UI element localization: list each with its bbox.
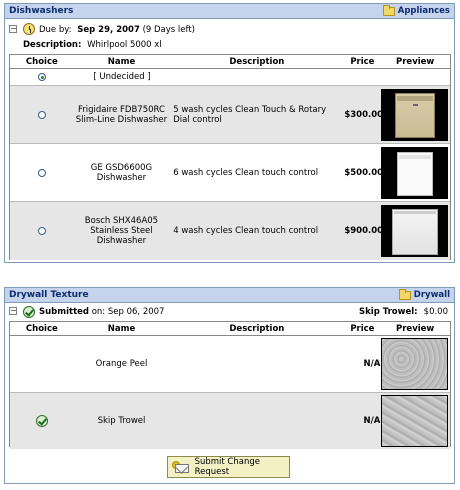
preview-image[interactable] xyxy=(381,338,448,390)
table-header: Choice Name Description Price Preview xyxy=(10,322,450,336)
table-row: Orange Peel N/A xyxy=(10,336,450,393)
dishwashers-table: Choice Name Description Price Preview [ … xyxy=(9,54,451,260)
choice-radio-undecided[interactable] xyxy=(38,73,46,81)
column-choice: Choice xyxy=(25,323,58,334)
column-choice: Choice xyxy=(25,56,58,67)
table-row-undecided[interactable]: [ Undecided ] xyxy=(10,69,450,86)
table-header: Choice Name Description Price Preview xyxy=(10,55,450,69)
item-description: 4 wash cycles Clean touch control xyxy=(173,226,319,236)
preview-image[interactable] xyxy=(381,88,448,141)
preview-image[interactable] xyxy=(381,395,448,447)
appliances-category-link[interactable]: Appliances xyxy=(382,5,450,16)
submitted-label: Submitted xyxy=(39,307,90,317)
choice-radio[interactable] xyxy=(37,227,46,235)
folder-icon xyxy=(398,289,411,300)
folder-icon xyxy=(382,5,395,16)
item-name: GE GSD6600G Dishwasher xyxy=(90,162,153,183)
appliances-category-label: Appliances xyxy=(397,6,450,16)
item-name: Orange Peel xyxy=(95,359,148,369)
due-label: Due by: xyxy=(39,25,72,35)
item-name: Skip Trowel xyxy=(97,416,146,426)
undecided-label: [ Undecided ] xyxy=(93,72,151,82)
selected-option-price: $0.00 xyxy=(423,307,448,317)
column-description: Description xyxy=(229,56,285,67)
chosen-check-icon xyxy=(35,415,48,427)
column-preview: Preview xyxy=(396,56,435,67)
drywall-category-link[interactable]: Drywall xyxy=(398,289,450,300)
drywall-category-label: Drywall xyxy=(413,290,450,300)
column-description: Description xyxy=(229,323,285,334)
item-price: $900.00 xyxy=(344,226,384,236)
column-name: Name xyxy=(107,56,136,67)
collapse-toggle[interactable]: − xyxy=(9,307,17,315)
item-name: Bosch SHX46A05 Stainless Steel Dishwashe… xyxy=(84,216,159,246)
submitted-date: on: Sep 06, 2007 xyxy=(91,307,165,317)
submit-change-request-button[interactable]: Submit Change Request xyxy=(167,456,290,478)
description-value: Whirlpool 5000 xl xyxy=(87,40,162,50)
table-row: Frigidaire FDB750RC Slim-Line Dishwasher… xyxy=(10,86,450,144)
days-left: (9 Days left) xyxy=(142,25,195,35)
item-description: 6 wash cycles Clean touch control xyxy=(173,167,319,178)
item-price: $500.00 xyxy=(344,167,384,178)
column-preview: Preview xyxy=(396,323,435,334)
submitted-check-icon xyxy=(23,306,35,318)
dishwashers-title: Dishwashers xyxy=(9,6,74,16)
preview-image[interactable] xyxy=(381,146,448,199)
drywall-texture-panel: Drywall Texture Drywall − Submitted on: … xyxy=(4,287,455,484)
preview-image[interactable] xyxy=(381,205,448,257)
drywall-title: Drywall Texture xyxy=(9,290,89,300)
item-price: $300.00 xyxy=(344,109,384,120)
item-name: Frigidaire FDB750RC Slim-Line Dishwasher xyxy=(75,104,168,125)
dishwashers-panel: Dishwashers Appliances − Due by: Sep 29,… xyxy=(4,3,455,263)
drywall-title-bar: Drywall Texture Drywall xyxy=(5,288,454,303)
dishwashers-title-bar: Dishwashers Appliances xyxy=(5,4,454,19)
due-date: Sep 29, 2007 xyxy=(77,25,140,35)
collapse-toggle[interactable]: − xyxy=(9,25,17,33)
table-row: Skip Trowel N/A xyxy=(10,393,450,449)
column-price: Price xyxy=(350,323,375,334)
description-label: Description: xyxy=(23,40,82,50)
drywall-table: Choice Name Description Price Preview Or… xyxy=(9,321,451,449)
table-row: GE GSD6600G Dishwasher 6 wash cycles Cle… xyxy=(10,144,450,202)
column-price: Price xyxy=(350,56,375,67)
item-description: 5 wash cycles Clean Touch & Rotary Dial … xyxy=(173,104,327,125)
choice-radio[interactable] xyxy=(37,110,46,119)
column-name: Name xyxy=(107,323,136,334)
clock-icon xyxy=(23,23,35,35)
submit-button-label: Submit Change Request xyxy=(194,457,260,477)
selected-option-label: Skip Trowel: xyxy=(359,307,418,317)
envelope-icon xyxy=(172,460,189,474)
item-price: N/A xyxy=(363,359,381,369)
table-row: Bosch SHX46A05 Stainless Steel Dishwashe… xyxy=(10,202,450,260)
choice-radio[interactable] xyxy=(37,168,46,177)
item-price: N/A xyxy=(363,416,381,426)
